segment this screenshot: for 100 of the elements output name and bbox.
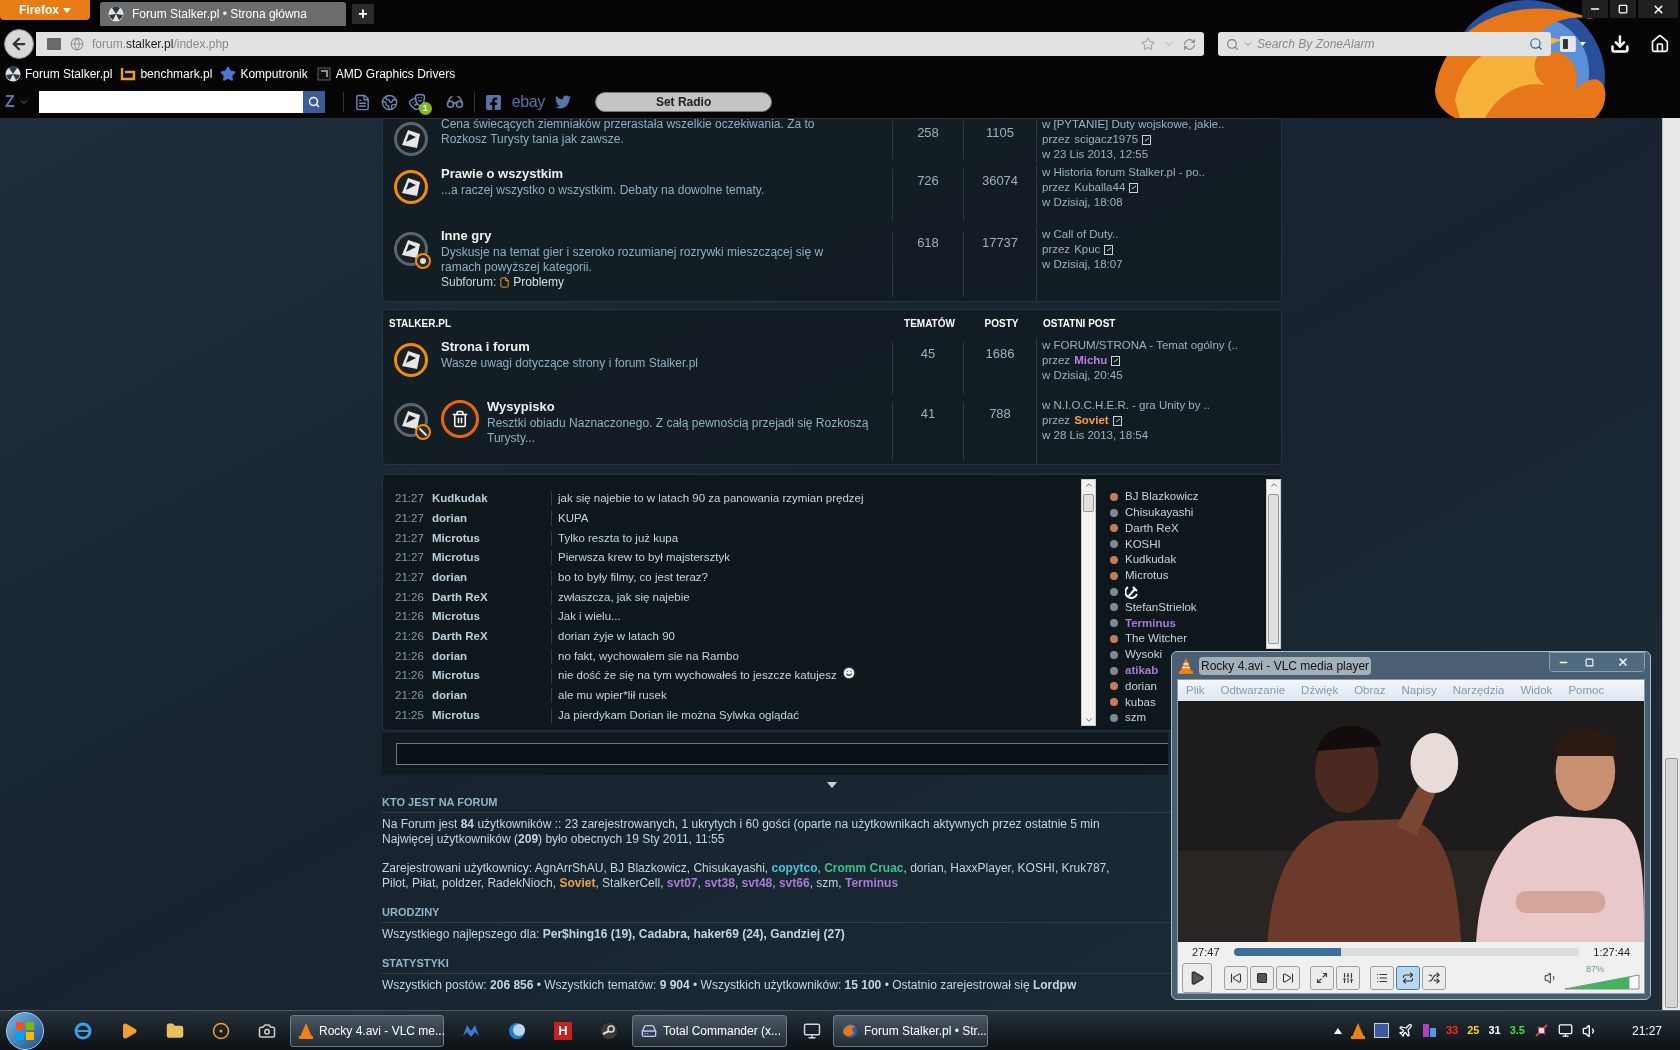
maximize-button[interactable] [1610,0,1636,18]
stop-button[interactable] [1250,965,1274,990]
radio-button[interactable]: Set Radio [594,92,773,112]
extended-button[interactable] [1336,965,1360,990]
user-name[interactable]: KOSHI [1125,535,1161,553]
scrollbar[interactable] [1266,479,1281,649]
message-author[interactable]: Microtus [432,529,551,547]
media-player-icon[interactable] [120,1021,138,1040]
message-author[interactable]: dorian [432,509,551,528]
user-name[interactable]: Terminus [1125,614,1176,632]
message-author[interactable]: Microtus [432,549,551,567]
forum-title[interactable]: Strona i forum [441,338,884,356]
user-name[interactable]: dorian [1125,677,1157,696]
satellite-icon[interactable] [1533,1023,1549,1038]
bookmark-star-icon[interactable] [1141,37,1155,51]
user-name[interactable]: Wysoki [1125,646,1162,664]
forum-title[interactable]: Prawie o wszystkim [441,165,884,183]
network-icon[interactable] [1557,1023,1573,1038]
author-link[interactable]: Kuballa44 [1074,180,1126,195]
dropdown-icon[interactable] [18,97,29,107]
bookmark-link[interactable]: Forum Stalker.pl [25,65,113,83]
scroll-up-icon[interactable] [1083,480,1094,490]
scrollbar[interactable] [1081,479,1096,726]
message-author[interactable]: dorian [432,647,551,665]
mask-icon[interactable] [407,93,426,111]
globe-search-icon[interactable] [380,93,398,111]
scroll-thumb[interactable] [1268,494,1279,644]
forum-title[interactable]: Wysypisko [487,398,884,416]
reload-icon[interactable] [1183,37,1196,51]
minimize-button[interactable] [1582,0,1608,18]
playlist-button[interactable] [1370,965,1394,990]
chat-input-field[interactable] [396,743,1168,765]
message-author[interactable]: Microtus [432,667,551,685]
go-to-post-icon[interactable] [1142,134,1153,145]
user-name[interactable]: StefanStrielok [1125,598,1197,617]
forum-title[interactable]: Inne gry [441,227,884,245]
user-name[interactable]: BJ Blazkowicz [1125,488,1199,506]
scroll-down-icon[interactable] [1083,715,1094,725]
document-icon[interactable] [353,93,371,111]
crescent-icon[interactable] [508,1021,526,1040]
user-name[interactable]: Kudkudak [1125,551,1177,569]
bookmark-link[interactable]: benchmark.pl [140,65,213,83]
ebay-link[interactable]: ebay [511,90,545,114]
show-hidden-icon[interactable] [1333,1027,1342,1034]
message-author[interactable]: Microtus [432,706,551,725]
shield-icon[interactable] [1373,1023,1389,1038]
scroll-up-icon[interactable] [1268,480,1279,490]
last-post-topic[interactable]: w N.I.O.C.H.E.R. - gra Unity by .. [1042,398,1211,413]
steam-icon[interactable] [600,1021,618,1040]
search-box[interactable]: Search By ZoneAlarm [1218,32,1551,56]
fullscreen-button[interactable] [1310,965,1334,990]
webcam-icon[interactable] [258,1021,276,1040]
message-author[interactable]: dorian [432,568,551,587]
browser-icon[interactable] [74,1021,92,1040]
go-to-post-icon[interactable] [1129,182,1140,193]
last-post-topic[interactable]: w FORUM/STRONA - Temat ogólny (.. [1042,338,1238,353]
message-author[interactable]: Darth ReX [432,628,551,646]
seek-bar[interactable] [1233,948,1580,956]
back-button[interactable] [4,29,34,59]
user-name[interactable]: atikab [1125,662,1159,680]
random-button[interactable] [1422,965,1446,990]
last-post-topic[interactable]: w Call of Duty.. [1042,227,1119,242]
hammer-sickle-icon[interactable] [1125,584,1139,599]
facebook-icon[interactable] [484,93,502,111]
monitor-icon[interactable] [803,1021,821,1040]
volume-slider[interactable] [1564,973,1640,990]
plane-icon[interactable] [1397,1023,1413,1038]
user-name[interactable]: Microtus [1125,567,1169,585]
home-icon[interactable] [1650,34,1670,54]
author-link[interactable]: Kpuc [1074,242,1101,257]
loop-button[interactable] [1396,965,1420,990]
bookmarks-menu-icon[interactable] [1558,35,1587,53]
collapse-arrow-icon[interactable] [827,782,837,788]
message-author[interactable]: Darth ReX [432,588,551,606]
subforum-link[interactable]: Problemy [513,275,565,290]
browser-tab[interactable]: Forum Stalker.pl • Strona główna [100,2,346,26]
start-button[interactable] [6,1011,44,1050]
user-name[interactable]: kubas [1125,693,1156,711]
user-name[interactable]: Darth ReX [1125,519,1179,538]
author-link[interactable]: Soviet [1074,413,1109,428]
message-author[interactable]: Kudkudak [432,490,551,508]
taskbar-button[interactable]: Total Commander (x... [632,1014,787,1047]
toolbar-search-button[interactable] [302,91,325,113]
user-name[interactable]: The Witcher [1125,630,1187,648]
play-button[interactable] [1182,962,1212,993]
author-link[interactable]: scigacz1975 [1074,132,1139,147]
next-button[interactable] [1276,965,1300,990]
traffic-cone-icon[interactable] [1350,1022,1365,1039]
user-name[interactable]: szm [1125,709,1147,727]
app-icon[interactable]: H [554,1021,572,1040]
author-link[interactable]: Michu [1074,353,1108,368]
last-post-topic[interactable]: w [PYTANIE] Duty wojskowe, jakie.. [1042,119,1225,132]
message-author[interactable]: dorian [432,687,551,705]
go-to-post-icon[interactable] [1111,355,1122,366]
scroll-thumb[interactable] [1083,494,1094,512]
toolbar-search-field[interactable] [38,91,303,113]
page-scrollbar[interactable] [1662,118,1680,1010]
go-to-post-icon[interactable] [1112,415,1123,426]
bookmark-link[interactable]: Komputronik [240,65,308,83]
disc-icon[interactable] [212,1021,230,1040]
